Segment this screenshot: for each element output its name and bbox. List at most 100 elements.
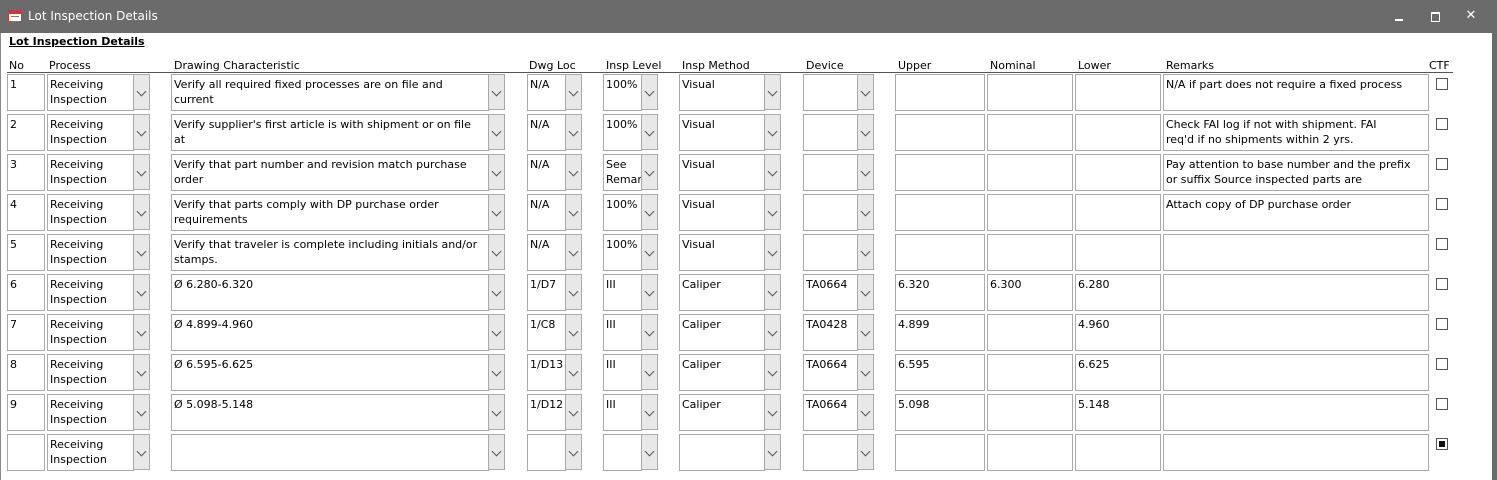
no-field[interactable]: 9	[7, 394, 45, 431]
dropdown-button[interactable]	[565, 114, 582, 150]
device-combo[interactable]	[803, 154, 858, 191]
process-combo[interactable]: Receiving Inspection	[47, 314, 134, 351]
dropdown-button[interactable]	[133, 114, 150, 150]
insp-level-combo[interactable]	[603, 434, 642, 471]
dropdown-button[interactable]	[133, 354, 150, 390]
dropdown-button[interactable]	[764, 234, 781, 270]
dwg-loc-combo[interactable]: 1/C8	[527, 314, 566, 351]
no-field[interactable]: 1	[7, 74, 45, 111]
dropdown-button[interactable]	[133, 274, 150, 310]
dropdown-button[interactable]	[764, 434, 781, 470]
drawing-characteristic-combo[interactable]	[171, 434, 489, 471]
dropdown-button[interactable]	[565, 394, 582, 430]
upper-field[interactable]	[895, 434, 985, 471]
dropdown-button[interactable]	[857, 314, 874, 350]
insp-level-combo[interactable]: III	[603, 394, 642, 431]
ctf-checkbox[interactable]	[1436, 238, 1448, 250]
dwg-loc-combo[interactable]: 1/D7	[527, 274, 566, 311]
dwg-loc-combo[interactable]: 1/D12	[527, 394, 566, 431]
remarks-field[interactable]: Pay attention to base number and the pre…	[1163, 154, 1429, 191]
dropdown-button[interactable]	[133, 434, 150, 470]
upper-field[interactable]	[895, 74, 985, 111]
remarks-field[interactable]	[1163, 354, 1429, 391]
no-field[interactable]: 4	[7, 194, 45, 231]
dwg-loc-combo[interactable]: N/A	[527, 194, 566, 231]
lower-field[interactable]: 4.960	[1075, 314, 1161, 351]
dropdown-button[interactable]	[133, 74, 150, 110]
dropdown-button[interactable]	[857, 154, 874, 190]
dropdown-button[interactable]	[133, 394, 150, 430]
dropdown-button[interactable]	[641, 354, 658, 390]
device-combo[interactable]: TA0664	[803, 354, 858, 391]
dropdown-button[interactable]	[488, 234, 505, 270]
dropdown-button[interactable]	[565, 194, 582, 230]
insp-method-combo[interactable]: Visual	[679, 74, 765, 111]
drawing-characteristic-combo[interactable]: Ø 6.595-6.625	[171, 354, 489, 391]
dropdown-button[interactable]	[641, 274, 658, 310]
insp-method-combo[interactable]: Visual	[679, 114, 765, 151]
dwg-loc-combo[interactable]: N/A	[527, 234, 566, 271]
insp-level-combo[interactable]: III	[603, 274, 642, 311]
nominal-field[interactable]: 6.300	[987, 274, 1073, 311]
remarks-field[interactable]: N/A if part does not require a fixed pro…	[1163, 74, 1429, 111]
drawing-characteristic-combo[interactable]: Verify supplier's first article is with …	[171, 114, 489, 151]
drawing-characteristic-combo[interactable]: Verify that parts comply with DP purchas…	[171, 194, 489, 231]
dropdown-button[interactable]	[641, 194, 658, 230]
dropdown-button[interactable]	[764, 74, 781, 110]
dropdown-button[interactable]	[857, 354, 874, 390]
device-combo[interactable]: TA0428	[803, 314, 858, 351]
nominal-field[interactable]	[987, 354, 1073, 391]
upper-field[interactable]	[895, 234, 985, 271]
drawing-characteristic-combo[interactable]: Verify that traveler is complete includi…	[171, 234, 489, 271]
dwg-loc-combo[interactable]: N/A	[527, 154, 566, 191]
dropdown-button[interactable]	[857, 74, 874, 110]
dropdown-button[interactable]	[641, 434, 658, 470]
dropdown-button[interactable]	[764, 154, 781, 190]
process-combo[interactable]: Receiving Inspection	[47, 234, 134, 271]
minimize-button[interactable]	[1389, 8, 1409, 24]
process-combo[interactable]: Receiving Inspection	[47, 274, 134, 311]
dropdown-button[interactable]	[857, 194, 874, 230]
dropdown-button[interactable]	[764, 314, 781, 350]
insp-method-combo[interactable]: Caliper	[679, 394, 765, 431]
ctf-checkbox[interactable]	[1436, 318, 1448, 330]
nominal-field[interactable]	[987, 154, 1073, 191]
ctf-checkbox[interactable]	[1436, 438, 1448, 450]
drawing-characteristic-combo[interactable]: Verify that part number and revision mat…	[171, 154, 489, 191]
nominal-field[interactable]	[987, 234, 1073, 271]
drawing-characteristic-combo[interactable]: Verify all required fixed processes are …	[171, 74, 489, 111]
dropdown-button[interactable]	[764, 194, 781, 230]
insp-level-combo[interactable]: 100%	[603, 114, 642, 151]
dropdown-button[interactable]	[488, 74, 505, 110]
dropdown-button[interactable]	[641, 234, 658, 270]
device-combo[interactable]	[803, 234, 858, 271]
remarks-field[interactable]	[1163, 394, 1429, 431]
no-field[interactable]: 2	[7, 114, 45, 151]
dropdown-button[interactable]	[641, 114, 658, 150]
insp-level-combo[interactable]: III	[603, 314, 642, 351]
dwg-loc-combo[interactable]	[527, 434, 566, 471]
process-combo[interactable]: Receiving Inspection	[47, 74, 134, 111]
insp-method-combo[interactable]	[679, 434, 765, 471]
dropdown-button[interactable]	[488, 314, 505, 350]
close-button[interactable]: ✕	[1461, 8, 1481, 24]
device-combo[interactable]	[803, 194, 858, 231]
no-field[interactable]: 6	[7, 274, 45, 311]
dropdown-button[interactable]	[565, 434, 582, 470]
dropdown-button[interactable]	[641, 394, 658, 430]
nominal-field[interactable]	[987, 114, 1073, 151]
ctf-checkbox[interactable]	[1436, 78, 1448, 90]
device-combo[interactable]	[803, 74, 858, 111]
dropdown-button[interactable]	[764, 354, 781, 390]
insp-method-combo[interactable]: Visual	[679, 154, 765, 191]
upper-field[interactable]	[895, 114, 985, 151]
lower-field[interactable]: 6.280	[1075, 274, 1161, 311]
dropdown-button[interactable]	[857, 394, 874, 430]
upper-field[interactable]	[895, 154, 985, 191]
dropdown-button[interactable]	[565, 234, 582, 270]
dropdown-button[interactable]	[565, 274, 582, 310]
dropdown-button[interactable]	[565, 354, 582, 390]
upper-field[interactable]: 6.320	[895, 274, 985, 311]
lower-field[interactable]: 5.148	[1075, 394, 1161, 431]
lower-field[interactable]	[1075, 194, 1161, 231]
